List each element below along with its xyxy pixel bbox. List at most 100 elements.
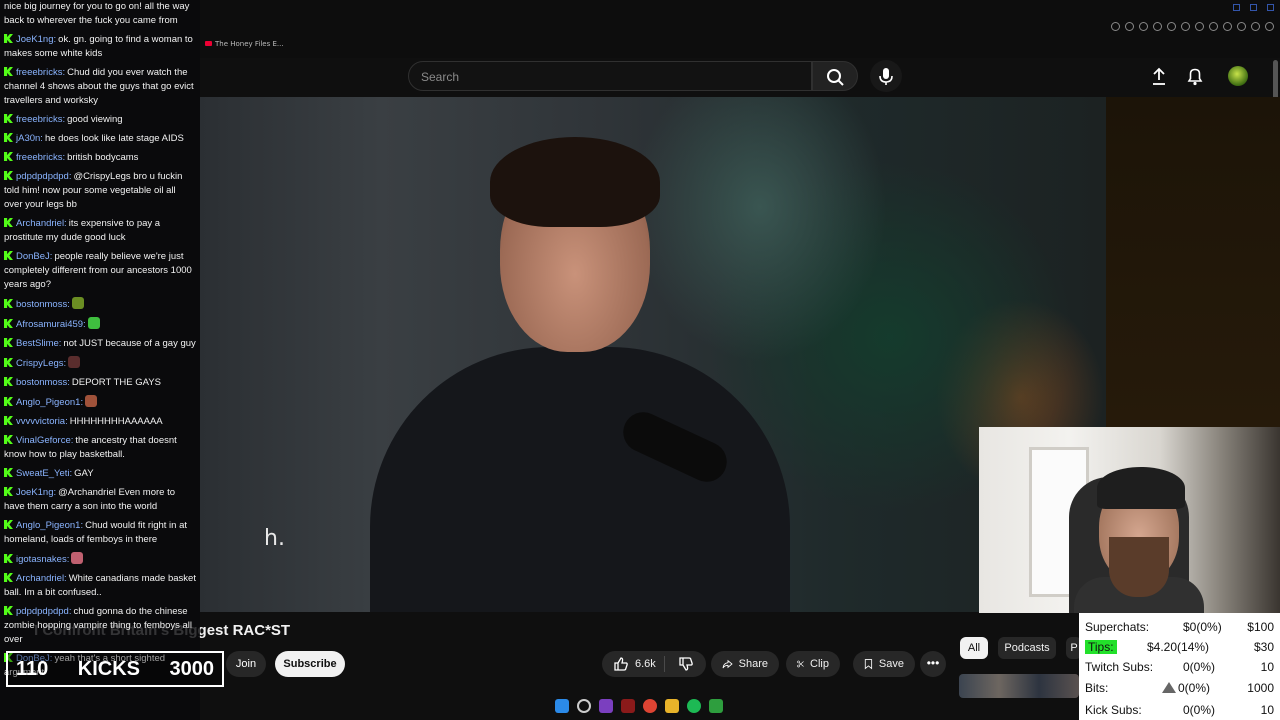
chat-username[interactable]: bostonmoss: bbox=[16, 299, 70, 310]
discord-icon[interactable] bbox=[599, 699, 613, 713]
chat-username[interactable]: freeebricks: bbox=[16, 114, 65, 125]
chat-text: nice big journey for you to go on! all t… bbox=[4, 1, 190, 26]
extension-icon[interactable] bbox=[1181, 22, 1190, 31]
chat-username[interactable]: Anglo_Pigeon1: bbox=[16, 397, 83, 408]
chat-username[interactable]: pdpdpdpdpd: bbox=[16, 171, 71, 182]
minimize-icon[interactable] bbox=[1233, 4, 1240, 11]
search-button[interactable] bbox=[812, 61, 858, 91]
join-button[interactable]: Join bbox=[226, 651, 266, 677]
kick-badge-icon bbox=[4, 520, 13, 529]
chat-text: good viewing bbox=[67, 114, 123, 125]
browser-icon[interactable] bbox=[643, 699, 657, 713]
chat-message: pdpdpdpdpd: chud gonna do the chinese zom… bbox=[4, 605, 196, 647]
chat-username[interactable]: Anglo_Pigeon1: bbox=[16, 520, 83, 531]
chip-podcasts[interactable]: Podcasts bbox=[998, 637, 1056, 659]
chat-username[interactable]: JoeK1ng: bbox=[16, 487, 56, 498]
shield-icon[interactable] bbox=[1167, 22, 1176, 31]
zoom-icon[interactable] bbox=[1111, 22, 1120, 31]
stat-row-bits: Bits: 0(0%) 1000 bbox=[1079, 677, 1280, 697]
chat-message: JoeK1ng: @Archandriel Even more to have t… bbox=[4, 486, 196, 514]
chat-username[interactable]: pdpdpdpdpd: bbox=[16, 606, 71, 617]
maximize-icon[interactable] bbox=[1250, 4, 1257, 11]
webcam-cap bbox=[1097, 467, 1185, 509]
share-button[interactable]: Share bbox=[711, 651, 779, 677]
share-label: Share bbox=[738, 658, 768, 670]
chat-list: nice big journey for you to go on! all t… bbox=[4, 0, 196, 685]
share-icon bbox=[722, 659, 733, 669]
chat-username[interactable]: jA30n: bbox=[16, 133, 43, 144]
kick-badge-icon bbox=[4, 487, 13, 496]
extension-icon[interactable] bbox=[1209, 22, 1218, 31]
scissors-icon bbox=[797, 660, 804, 668]
chat-username[interactable]: BestSlime: bbox=[16, 338, 61, 349]
chat-message: DonBeJ: people really believe we're just … bbox=[4, 250, 196, 292]
chat-username[interactable]: Archandriel: bbox=[16, 218, 67, 229]
kick-badge-icon bbox=[4, 573, 13, 582]
folder-icon[interactable] bbox=[665, 699, 679, 713]
chat-text: GAY bbox=[74, 468, 94, 479]
chat-username[interactable]: CrispyLegs: bbox=[16, 358, 66, 369]
account-avatar[interactable] bbox=[1228, 66, 1248, 86]
chat-emote-icon bbox=[87, 317, 100, 329]
chat-username[interactable]: VinalGeforce: bbox=[16, 435, 73, 446]
stat-goal: 10 bbox=[1260, 703, 1274, 717]
extension-icon[interactable] bbox=[1237, 22, 1246, 31]
chat-username[interactable]: Afrosamurai459: bbox=[16, 319, 86, 330]
stat-label: Tips: bbox=[1085, 640, 1117, 654]
kick-badge-icon bbox=[4, 416, 13, 425]
kick-badge-icon bbox=[4, 319, 13, 328]
kick-badge-icon bbox=[4, 338, 13, 347]
extension-icon[interactable] bbox=[1153, 22, 1162, 31]
menu-icon[interactable] bbox=[1265, 22, 1274, 31]
webcam-beard bbox=[1109, 537, 1169, 597]
chat-text: he does look like late stage AIDS bbox=[44, 133, 184, 144]
chat-message: Afrosamurai459: bbox=[4, 317, 196, 332]
upload-icon[interactable] bbox=[1150, 66, 1168, 86]
extension-icon[interactable] bbox=[1223, 22, 1232, 31]
chat-username[interactable]: JoeK1ng: bbox=[16, 34, 56, 45]
save-button[interactable]: Save bbox=[853, 651, 915, 677]
spotify-icon[interactable] bbox=[687, 699, 701, 713]
kick-badge-icon bbox=[4, 133, 13, 142]
search-icon bbox=[827, 69, 844, 86]
voice-search-button[interactable] bbox=[870, 60, 902, 92]
subscribe-button[interactable]: Subscribe bbox=[275, 651, 345, 677]
chat-username[interactable]: bostonmoss: bbox=[16, 377, 70, 388]
chat-message: VinalGeforce: the ancestry that doesnt kn… bbox=[4, 434, 196, 462]
chat-emote-icon bbox=[71, 297, 84, 309]
xbox-icon[interactable] bbox=[709, 699, 723, 713]
search-input[interactable] bbox=[421, 69, 801, 85]
taskbar-search-icon[interactable] bbox=[577, 699, 591, 713]
chat-username[interactable]: igotasnakes: bbox=[16, 554, 69, 565]
chat-text: british bodycams bbox=[67, 152, 139, 163]
video-side-panel bbox=[1106, 97, 1280, 427]
microphone-icon bbox=[879, 68, 893, 85]
extension-icon[interactable] bbox=[1139, 22, 1148, 31]
windows-start-icon[interactable] bbox=[555, 699, 569, 713]
chat-text: not JUST because of a gay guy bbox=[63, 338, 196, 349]
chat-username[interactable]: freeebricks: bbox=[16, 67, 65, 78]
bookmark-icon[interactable] bbox=[1195, 22, 1204, 31]
more-actions-button[interactable]: ••• bbox=[920, 651, 946, 677]
browser-tab[interactable]: The Honey Files E... bbox=[205, 40, 284, 48]
notifications-bell-icon[interactable] bbox=[1186, 66, 1204, 86]
clip-button[interactable]: Clip bbox=[786, 651, 840, 677]
chat-username[interactable]: freeebricks: bbox=[16, 152, 65, 163]
chat-username[interactable]: DonBeJ: bbox=[16, 251, 52, 262]
extension-icon[interactable] bbox=[1125, 22, 1134, 31]
chip-all[interactable]: All bbox=[960, 637, 988, 659]
close-icon[interactable] bbox=[1267, 4, 1274, 11]
video-player[interactable] bbox=[200, 97, 1106, 612]
app-icon[interactable] bbox=[621, 699, 635, 713]
like-button[interactable]: 6.6k bbox=[602, 651, 706, 677]
chat-username[interactable]: Archandriel: bbox=[16, 573, 67, 584]
chat-text: DEPORT THE GAYS bbox=[71, 377, 161, 388]
chat-message: Anglo_Pigeon1: bbox=[4, 395, 196, 410]
stat-value: $0(0%) bbox=[1183, 620, 1222, 634]
kicks-current: 110 bbox=[16, 657, 49, 680]
chat-username[interactable]: vvvvvictoria: bbox=[16, 416, 68, 427]
thumbs-down-icon[interactable] bbox=[678, 656, 694, 672]
chat-username[interactable]: SweatE_Yeti: bbox=[16, 468, 72, 479]
recommended-video-thumbnail[interactable] bbox=[959, 674, 1079, 698]
extension-icon[interactable] bbox=[1251, 22, 1260, 31]
